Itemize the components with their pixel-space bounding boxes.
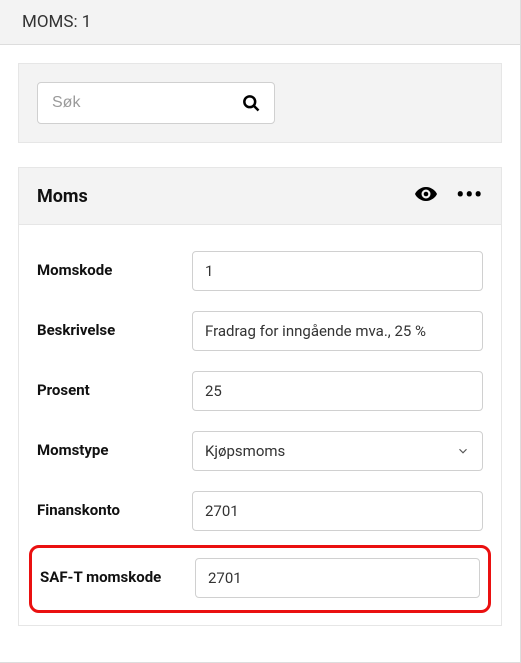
panel-header: Moms ••• (19, 168, 501, 225)
label-momstype: Momstype (37, 431, 192, 461)
row-beskrivelse: Beskrivelse (37, 301, 483, 361)
row-finanskonto: Finanskonto (37, 481, 483, 541)
row-prosent: Prosent (37, 361, 483, 421)
row-momstype: Momstype Kjøpsmoms (37, 421, 483, 481)
label-beskrivelse: Beskrivelse (37, 311, 192, 341)
search-card (18, 63, 502, 143)
search-input[interactable] (37, 82, 275, 124)
eye-icon[interactable] (414, 182, 438, 210)
label-finanskonto: Finanskonto (37, 491, 192, 521)
label-momskode: Momskode (37, 251, 192, 281)
form-body: Momskode Beskrivelse Prosent Momstype (19, 225, 501, 625)
page-title: MOMS: 1 (22, 12, 91, 32)
select-momstype[interactable]: Kjøpsmoms (192, 431, 483, 471)
input-finanskonto[interactable] (192, 491, 483, 531)
input-prosent[interactable] (192, 371, 483, 411)
search-wrap (37, 82, 275, 124)
panel-title: Moms (37, 186, 88, 207)
input-saft[interactable] (195, 558, 480, 598)
panel-actions: ••• (414, 182, 483, 210)
input-beskrivelse[interactable] (192, 311, 483, 351)
page-header: MOMS: 1 (0, 0, 520, 45)
more-icon[interactable]: ••• (456, 185, 483, 207)
label-prosent: Prosent (37, 371, 192, 401)
input-momskode[interactable] (192, 251, 483, 291)
row-momskode: Momskode (37, 241, 483, 301)
moms-panel: Moms ••• Momskode Beskrivelse (18, 167, 502, 626)
label-saft: SAF-T momskode (40, 558, 195, 588)
search-icon[interactable] (241, 93, 261, 113)
row-saft-highlight: SAF-T momskode (29, 545, 491, 613)
content-area: Moms ••• Momskode Beskrivelse (0, 45, 520, 644)
